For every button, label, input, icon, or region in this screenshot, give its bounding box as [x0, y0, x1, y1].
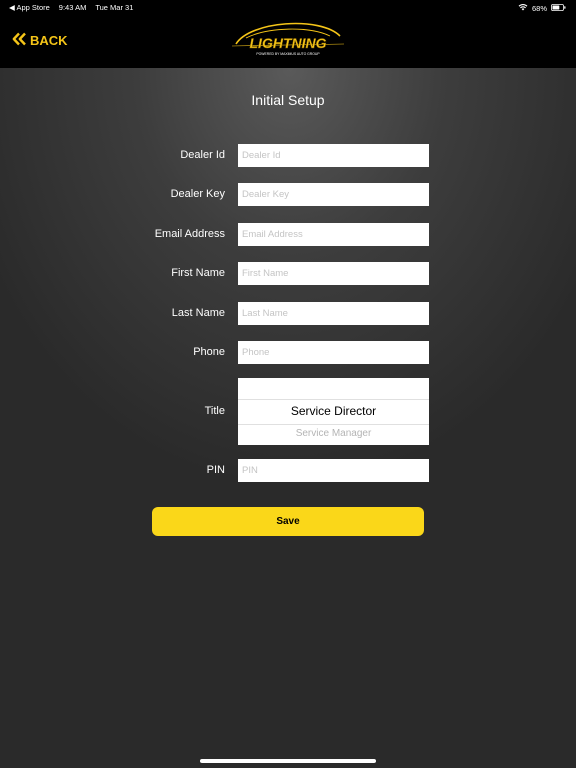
setup-screen: Initial Setup Dealer Id Dealer Key Email…	[0, 68, 576, 768]
status-bar: ◀ App Store 9:43 AM Tue Mar 31 68%	[0, 0, 576, 14]
pin-row: PIN	[0, 459, 576, 482]
lightning-logo: LIGHTNING POWERED BY MAXIMUS AUTO GROUP	[228, 18, 348, 58]
first-name-label: First Name	[171, 267, 225, 279]
dealer-id-input[interactable]	[238, 144, 429, 167]
top-bar: ◀ App Store 9:43 AM Tue Mar 31 68% BACK …	[0, 0, 576, 68]
dealer-key-row: Dealer Key	[0, 183, 576, 206]
logo-tagline: POWERED BY MAXIMUS AUTO GROUP	[256, 52, 320, 56]
status-date: Tue Mar 31	[95, 3, 134, 12]
title-picker[interactable]: Service Director Service Manager	[238, 378, 429, 445]
back-label: BACK	[30, 32, 68, 48]
status-time: 9:43 AM	[58, 3, 87, 12]
picker-next-option[interactable]: Service Manager	[238, 428, 429, 439]
pin-label: PIN	[206, 464, 225, 476]
picker-divider-top	[238, 399, 429, 400]
email-row: Email Address	[0, 223, 576, 246]
battery-percent: 68%	[531, 3, 547, 13]
last-name-label: Last Name	[171, 307, 225, 319]
dealer-id-row: Dealer Id	[0, 144, 576, 167]
email-label: Email Address	[154, 228, 225, 240]
phone-row: Phone	[0, 341, 576, 364]
home-indicator[interactable]	[200, 759, 376, 763]
page-title: Initial Setup	[251, 92, 325, 108]
title-row: Title Service Director Service Manager	[0, 378, 576, 445]
first-name-input[interactable]	[238, 262, 429, 285]
wifi-icon	[518, 3, 528, 13]
title-label: Title	[204, 405, 225, 417]
pin-input[interactable]	[238, 459, 429, 482]
picker-divider-bottom	[238, 424, 429, 425]
picker-selected-option[interactable]: Service Director	[238, 404, 429, 418]
dealer-key-input[interactable]	[238, 183, 429, 206]
double-chevron-left-icon	[12, 32, 27, 49]
back-button[interactable]: BACK	[12, 32, 68, 48]
save-button[interactable]: Save	[152, 507, 424, 536]
first-name-row: First Name	[0, 262, 576, 285]
back-to-app-store[interactable]: ◀ App Store	[9, 3, 50, 12]
last-name-input[interactable]	[238, 302, 429, 325]
dealer-key-label: Dealer Key	[170, 188, 225, 200]
email-input[interactable]	[238, 223, 429, 246]
last-name-row: Last Name	[0, 302, 576, 325]
phone-label: Phone	[193, 346, 225, 358]
dealer-id-label: Dealer Id	[180, 149, 225, 161]
phone-input[interactable]	[238, 341, 429, 364]
logo-wordmark: LIGHTNING	[250, 35, 327, 51]
battery-icon	[551, 3, 566, 13]
